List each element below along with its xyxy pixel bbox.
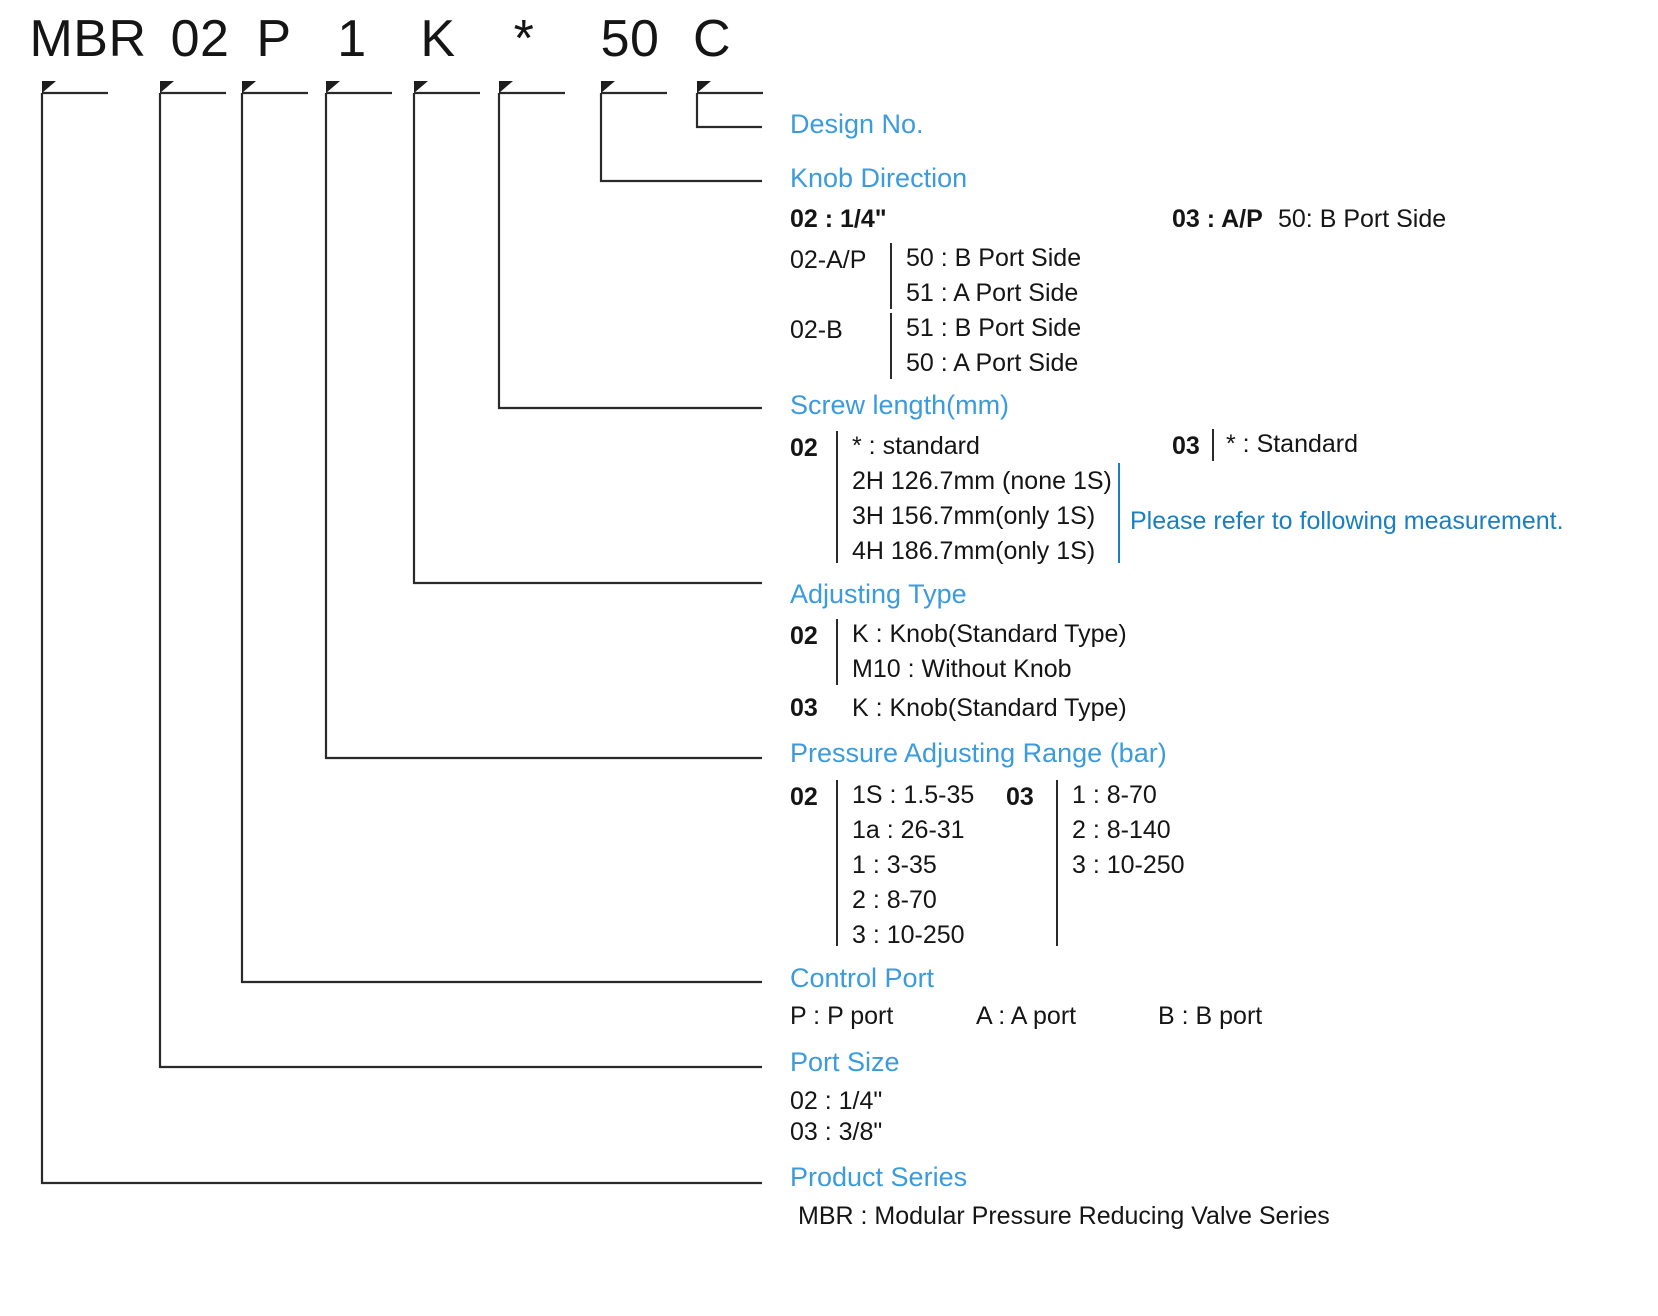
control-port-option-0-sep: :: [806, 1002, 828, 1030]
screw-length-02-option-1: 2H 126.7mm (none 1S): [852, 467, 1112, 495]
pressure-range-02-option-4: 3 : 10-250: [852, 921, 965, 949]
section-title-pressure-range: Pressure Adjusting Range (bar): [790, 738, 1167, 768]
code-segment-design-no: C: [692, 10, 732, 68]
screw-length-02-option-0: * : standard: [852, 432, 980, 460]
screw-length-note: Please refer to following measurement.: [1130, 507, 1564, 535]
control-port-option-0-value: P port: [827, 1002, 894, 1030]
knob-direction-group-0-option-0: 50 : B Port Side: [906, 244, 1082, 272]
pressure-range-03-code: 03: [1006, 783, 1034, 811]
control-port-option-1-value: A port: [1010, 1002, 1077, 1030]
section-title-screw-length: Screw length(mm): [790, 390, 1010, 420]
pressure-range-03-option-2: 3 : 10-250: [1072, 851, 1185, 879]
screw-length-03-divider: [1212, 429, 1214, 461]
code-segment-adjusting-type: K: [420, 10, 456, 68]
model-code-diagram: MBR 02 P 1 K * 50 C Design No. Knob Dire…: [0, 0, 1658, 1316]
control-port-option-1-code: A: [976, 1002, 992, 1030]
screw-length-03-option-0: * : Standard: [1226, 430, 1359, 458]
section-title-control-port: Control Port: [790, 963, 935, 993]
port-size-option-1-value: 3/8": [838, 1118, 883, 1146]
control-port-option-1: A : A port: [976, 1001, 1076, 1031]
control-port-option-2-value: B port: [1195, 1002, 1263, 1030]
pressure-range-03-divider: [1056, 780, 1058, 946]
section-title-design-no: Design No.: [790, 109, 924, 139]
screw-length-02-code: 02: [790, 434, 818, 462]
port-size-option-0-value: 1/4": [838, 1087, 883, 1115]
adjusting-type-02-option-0: K : Knob(Standard Type): [852, 620, 1127, 648]
pressure-range-02-option-1: 1a : 26-31: [852, 816, 965, 844]
knob-direction-head-03-value: 50: B Port Side: [1278, 205, 1447, 233]
control-port-option-1-sep: :: [991, 1002, 1011, 1030]
product-series-option-0-value: Modular Pressure Reducing Valve Series: [874, 1202, 1330, 1230]
pressure-range-02-option-2: 1 : 3-35: [852, 851, 937, 879]
adjusting-type-02-option-1: M10 : Without Knob: [852, 655, 1072, 683]
product-series-option-0-code: MBR: [798, 1202, 854, 1230]
pressure-range-02-option-3: 2 : 8-70: [852, 886, 937, 914]
adjusting-type-02-code: 02: [790, 622, 818, 650]
knob-direction-head-02: 02 : 1/4": [790, 205, 887, 233]
knob-direction-group-1-option-1: 50 : A Port Side: [906, 349, 1079, 377]
pressure-range-03-option-1: 2 : 8-140: [1072, 816, 1171, 844]
code-segment-mbr: MBR: [29, 10, 147, 68]
screw-length-03-code: 03: [1172, 432, 1200, 460]
port-size-option-1: 03 : 3/8": [790, 1117, 882, 1147]
section-title-port-size: Port Size: [790, 1047, 900, 1077]
product-series-option-0-sep: :: [853, 1202, 875, 1230]
port-size-option-1-code: 03: [790, 1118, 818, 1146]
section-title-adjusting-type: Adjusting Type: [790, 579, 967, 609]
port-size-option-1-sep: :: [817, 1118, 839, 1146]
code-segment-knob-direction: 50: [600, 10, 660, 68]
screw-length-02-option-3: 4H 186.7mm(only 1S): [852, 537, 1096, 565]
control-port-option-0-code: P: [790, 1002, 807, 1030]
pressure-range-02-code: 02: [790, 783, 818, 811]
knob-direction-group-0-option-1: 51 : A Port Side: [906, 279, 1079, 307]
screw-length-02-option-2: 3H 156.7mm(only 1S): [852, 502, 1096, 530]
screw-length-note-divider: [1118, 463, 1120, 563]
control-port-option-2-code: B: [1158, 1002, 1175, 1030]
control-port-option-2: B : B port: [1158, 1001, 1262, 1031]
product-series-option-0: MBR : Modular Pressure Reducing Valve Se…: [798, 1201, 1330, 1231]
knob-direction-group-0-divider: [890, 243, 892, 309]
code-segment-port-size: 02: [170, 10, 230, 68]
section-title-product-series: Product Series: [790, 1162, 968, 1192]
knob-direction-group-1-code: 02-B: [790, 316, 843, 344]
knob-direction-group-1-divider: [890, 313, 892, 379]
adjusting-type-03-option-0: K : Knob(Standard Type): [852, 694, 1127, 722]
code-segment-pressure-range: 1: [337, 10, 367, 68]
adjusting-type-02-divider: [836, 619, 838, 685]
port-size-option-0: 02 : 1/4": [790, 1086, 882, 1116]
screw-length-02-divider: [836, 431, 838, 563]
port-size-option-0-sep: :: [817, 1087, 839, 1115]
knob-direction-group-1-option-0: 51 : B Port Side: [906, 314, 1082, 342]
control-port-option-0: P : P port: [790, 1001, 893, 1031]
code-segment-control-port: P: [256, 10, 292, 68]
control-port-option-2-sep: :: [1174, 1002, 1196, 1030]
section-title-knob-direction: Knob Direction: [790, 163, 968, 193]
pressure-range-02-option-0: 1S : 1.5-35: [852, 781, 975, 809]
pressure-range-02-divider: [836, 780, 838, 946]
pressure-range-03-option-0: 1 : 8-70: [1072, 781, 1157, 809]
model-code-row: MBR 02 P 1 K * 50 C: [0, 8, 780, 70]
code-segment-screw-length: *: [513, 10, 535, 68]
adjusting-type-03-code: 03: [790, 694, 818, 722]
knob-direction-group-0-code: 02-A/P: [790, 246, 867, 274]
knob-direction-head-03-code: 03 : A/P: [1172, 205, 1263, 233]
port-size-option-0-code: 02: [790, 1087, 818, 1115]
